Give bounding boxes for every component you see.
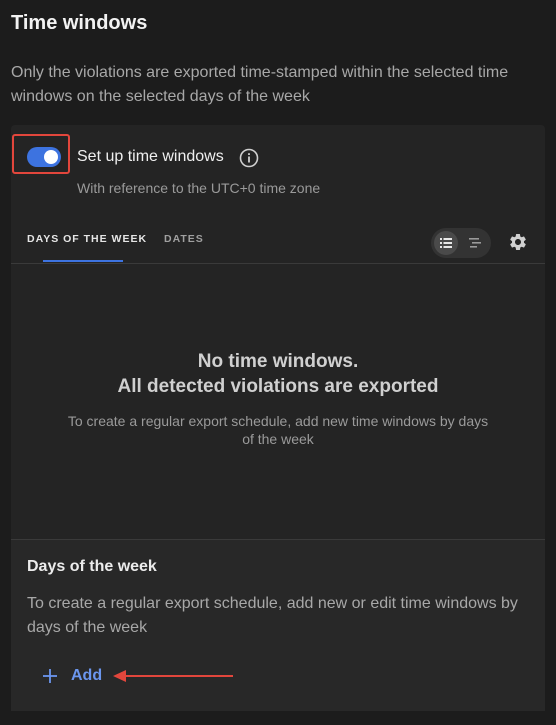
page-title: Time windows bbox=[11, 12, 148, 34]
time-windows-card: Set up time windows With reference to th… bbox=[11, 125, 545, 711]
tabs-bar: DAYS OF THE WEEK DATES bbox=[11, 220, 545, 264]
annotation-arrow-icon bbox=[113, 670, 233, 682]
add-button-label: Add bbox=[71, 667, 103, 684]
setup-time-windows-toggle[interactable] bbox=[27, 147, 61, 167]
setup-time-windows-label: Set up time windows bbox=[77, 148, 224, 165]
list-view-button[interactable] bbox=[434, 231, 458, 255]
plus-icon bbox=[43, 669, 57, 683]
add-time-window-button[interactable]: Add bbox=[41, 664, 102, 688]
active-tab-indicator bbox=[43, 260, 123, 262]
tab-dates[interactable]: DATES bbox=[164, 233, 204, 245]
gear-icon[interactable] bbox=[508, 232, 528, 252]
page-description: Only the violations are exported time-st… bbox=[11, 64, 509, 105]
empty-state-title-line-2: All detected violations are exported bbox=[117, 376, 439, 397]
empty-state-title: No time windows. All detected violations… bbox=[11, 349, 545, 399]
info-icon[interactable] bbox=[239, 148, 259, 168]
days-of-week-section: Days of the week To create a regular exp… bbox=[11, 539, 545, 711]
timeline-view-icon bbox=[469, 238, 481, 248]
days-section-description: To create a regular export schedule, add… bbox=[27, 595, 518, 636]
days-section-title: Days of the week bbox=[27, 558, 157, 575]
empty-state: No time windows. All detected violations… bbox=[11, 263, 545, 539]
toggle-knob bbox=[44, 150, 58, 164]
timeline-view-button[interactable] bbox=[463, 231, 487, 255]
empty-state-title-line-1: No time windows. bbox=[197, 351, 359, 372]
view-mode-switch bbox=[431, 228, 491, 258]
list-view-icon bbox=[440, 238, 452, 248]
time-zone-note: With reference to the UTC+0 time zone bbox=[77, 180, 321, 196]
empty-state-description: To create a regular export schedule, add… bbox=[67, 413, 489, 447]
tab-days-of-the-week[interactable]: DAYS OF THE WEEK bbox=[27, 233, 147, 245]
